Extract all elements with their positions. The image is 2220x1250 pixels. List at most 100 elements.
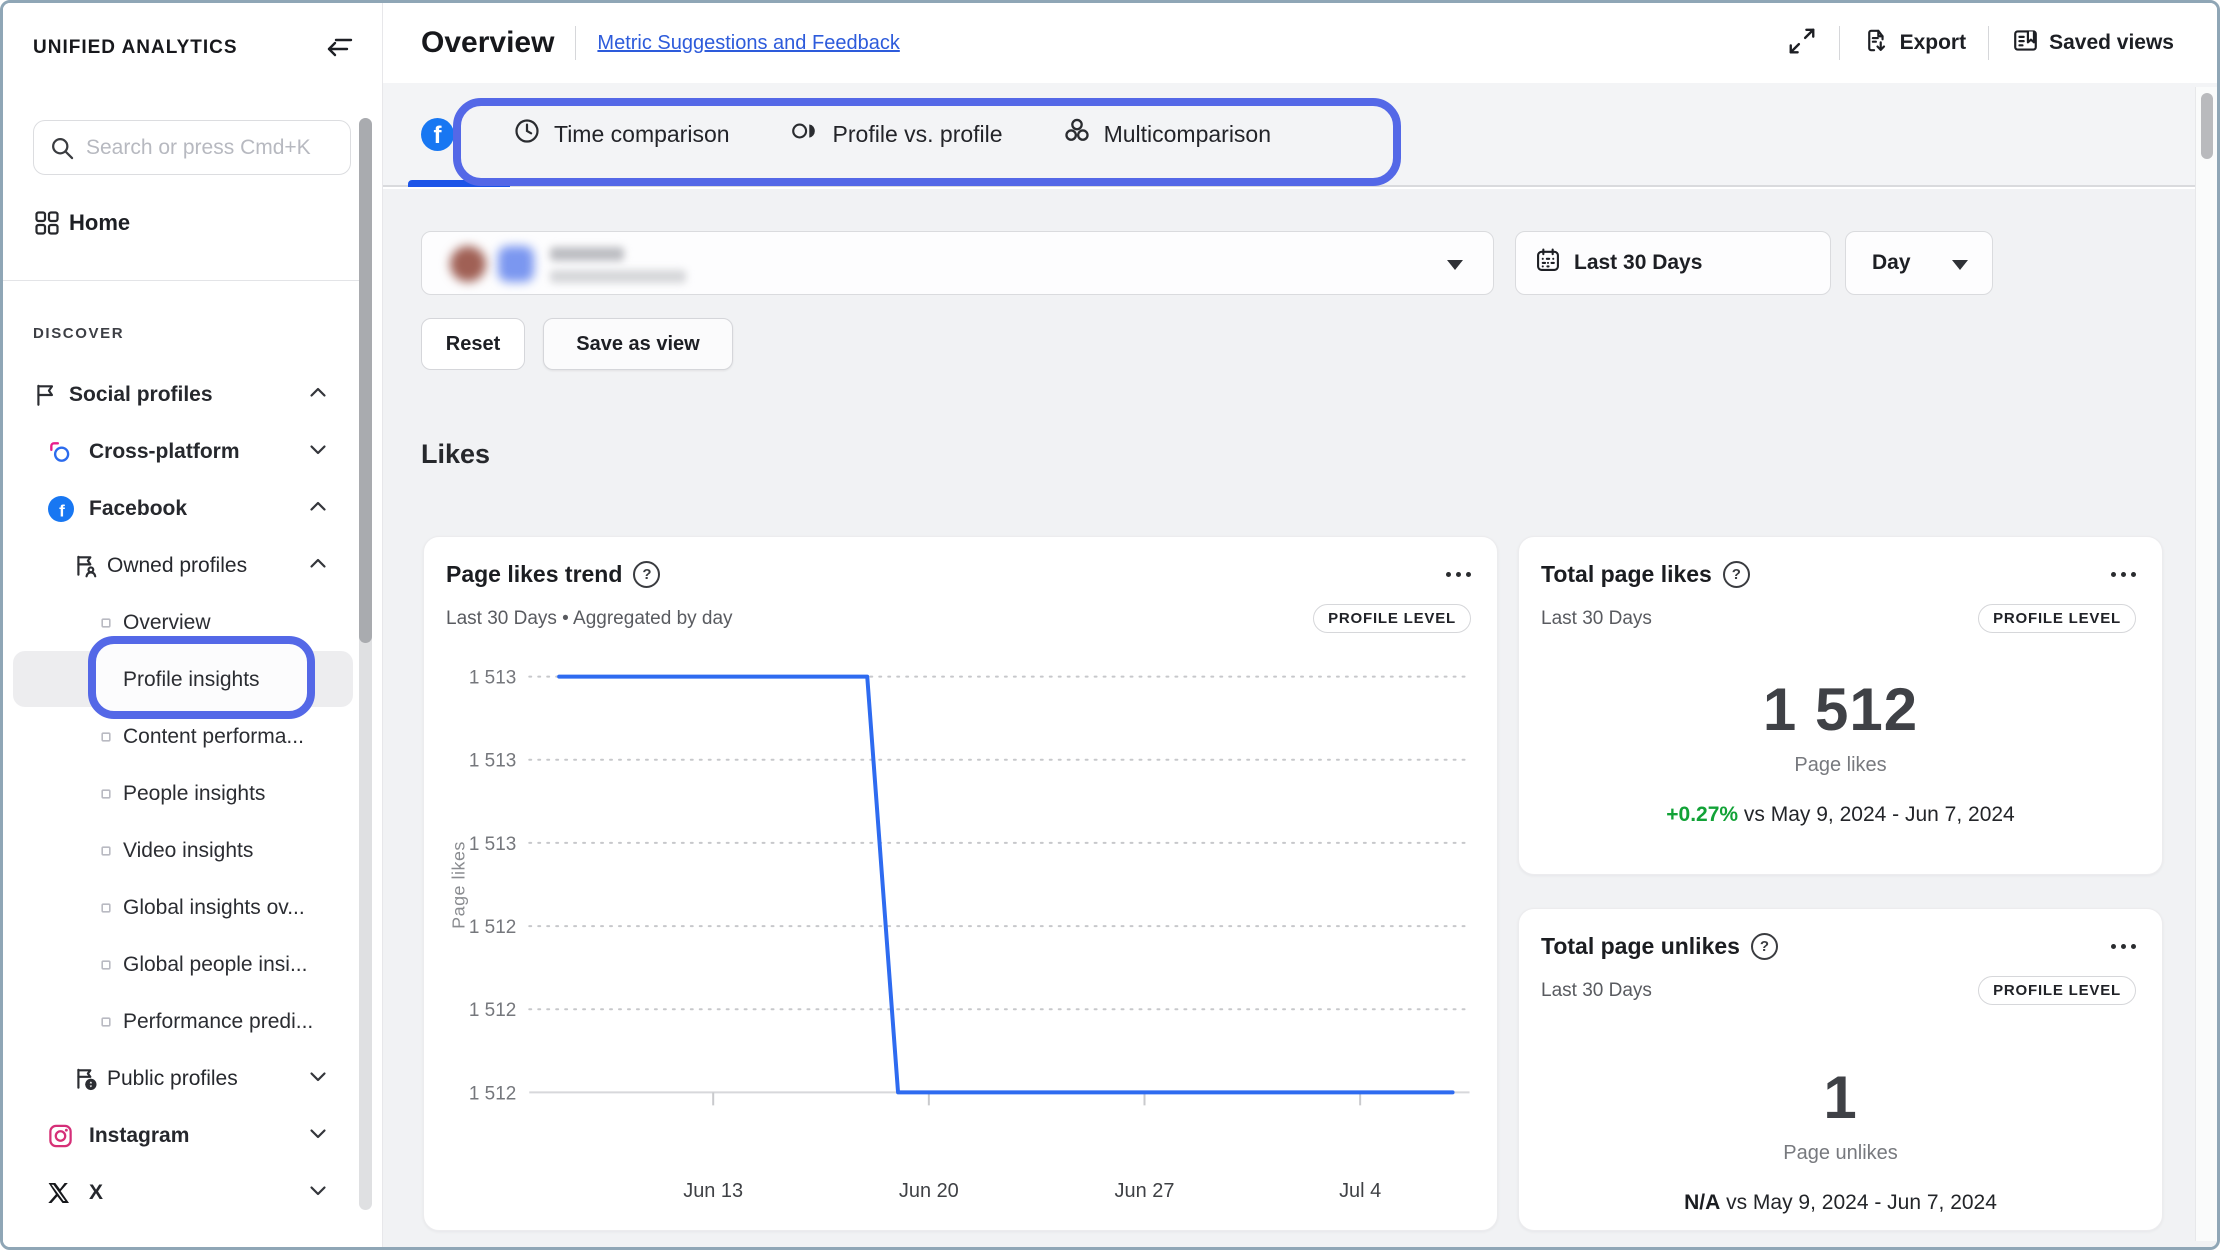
search-input[interactable] (86, 121, 336, 174)
blurred-avatar (450, 246, 486, 282)
svg-text:1 512: 1 512 (469, 1000, 516, 1021)
sidebar-item-label: Cross-platform (3, 440, 240, 464)
chevron-up-icon[interactable] (307, 495, 329, 522)
collapse-sidebar-button[interactable] (322, 33, 356, 67)
facebook-profile-tab[interactable]: f (421, 118, 454, 151)
chevron-down-icon (1447, 260, 1463, 270)
header-divider (1839, 26, 1840, 60)
sidebar-item-label: Public profiles (3, 1067, 238, 1091)
saved-views-icon (2011, 26, 2040, 61)
comparison-tabs: Time comparison Profile vs. profile Multic… (483, 83, 1301, 185)
discover-section-label: DISCOVER (33, 325, 124, 342)
tab-label: Multicomparison (1104, 121, 1271, 148)
sidebar-item-people-insights[interactable]: People insights (3, 765, 369, 822)
total-page-likes-label: Page likes (1519, 754, 2162, 777)
sidebar-item-cross-platform[interactable]: Cross-platform (3, 423, 369, 480)
more-menu-icon[interactable] (2111, 944, 2136, 949)
chevron-up-icon[interactable] (307, 381, 329, 408)
delta-value: +0.27% (1666, 803, 1738, 826)
more-menu-icon[interactable] (2111, 572, 2136, 577)
expand-fullscreen-icon[interactable] (1787, 26, 1817, 61)
chevron-down-icon[interactable] (307, 438, 329, 465)
tab-multicomparison[interactable]: Multicomparison (1033, 117, 1301, 151)
likes-section-title: Likes (421, 439, 490, 470)
page-title: Overview (421, 26, 554, 60)
sidebar-item-x[interactable]: X (3, 1164, 369, 1221)
main-scrollbar-thumb[interactable] (2201, 93, 2213, 159)
blurred-profile-name (550, 247, 624, 261)
sidebar-item-overview[interactable]: Overview (3, 594, 369, 651)
help-icon[interactable]: ? (1751, 933, 1778, 960)
sidebar-item-profile-insights[interactable]: Profile insights (3, 651, 369, 708)
svg-text:1 512: 1 512 (469, 917, 516, 938)
collapse-sidebar-icon (323, 32, 355, 69)
chevron-up-icon[interactable] (307, 552, 329, 579)
content-area: Last 30 Days Day Reset Save as view Like… (383, 189, 2220, 1247)
svg-text:Jun 27: Jun 27 (1115, 1180, 1175, 1202)
granularity-select[interactable]: Day (1845, 231, 1993, 295)
date-range-label: Last 30 Days (1574, 251, 1702, 275)
profile-level-badge: PROFILE LEVEL (1978, 976, 2136, 1005)
card-title: Total page likes (1541, 561, 1712, 588)
sidebar-item-facebook[interactable]: fFacebook (3, 480, 369, 537)
help-icon[interactable]: ? (1723, 561, 1750, 588)
x-logo-icon (47, 1181, 71, 1205)
calendar-icon (1534, 246, 1562, 280)
total-page-unlikes-value: 1 (1519, 1063, 2162, 1132)
header-divider (575, 26, 576, 60)
search-box (33, 120, 351, 175)
saved-views-button[interactable]: Saved views (2011, 26, 2174, 61)
total-page-likes-card: Total page likes ? Last 30 Days PROFILE … (1518, 536, 2163, 875)
card-header: Total page likes ? (1519, 537, 2162, 588)
main-area: Overview Metric Suggestions and Feedback (383, 3, 2220, 1247)
profile-level-badge: PROFILE LEVEL (1978, 604, 2136, 633)
sidebar-item-home[interactable]: Home (3, 195, 382, 251)
flag-globe-icon (73, 1066, 99, 1092)
export-label: Export (1900, 31, 1967, 55)
sidebar-divider (3, 280, 369, 281)
export-button[interactable]: Export (1862, 26, 1967, 61)
chevron-down-icon[interactable] (307, 1122, 329, 1149)
date-range-picker[interactable]: Last 30 Days (1515, 231, 1831, 295)
sidebar-item-public-profiles[interactable]: Public profiles (3, 1050, 369, 1107)
card-subheader: Last 30 Days PROFILE LEVEL (1519, 960, 2162, 1005)
sidebar-item-global-people-insi[interactable]: Global people insi... (3, 936, 369, 993)
sidebar-nav: Social profiles Cross-platform fFacebook Ow… (3, 366, 369, 1221)
sidebar-item-instagram[interactable]: Instagram (3, 1107, 369, 1164)
home-label: Home (69, 210, 130, 236)
cross-platform-icon (47, 439, 73, 465)
sidebar-item-social-profiles[interactable]: Social profiles (3, 366, 369, 423)
sidebar-item-label: Instagram (3, 1124, 189, 1148)
tab-profile-vs-profile[interactable]: Profile vs. profile (760, 118, 1033, 150)
reset-button[interactable]: Reset (421, 318, 525, 370)
app-window: UNIFIED ANALYTICS Ho (0, 0, 2220, 1250)
sidebar-item-label: Global people insi... (3, 953, 307, 977)
tab-label: Profile vs. profile (833, 121, 1003, 148)
save-as-view-button[interactable]: Save as view (543, 318, 733, 370)
sidebar-item-label: Facebook (3, 497, 187, 521)
sidebar-item-video-insights[interactable]: Video insights (3, 822, 369, 879)
flag-person-icon (73, 553, 99, 579)
sidebar-item-owned-profiles[interactable]: Owned profiles (3, 537, 369, 594)
total-page-likes-value: 1 512 (1519, 675, 2162, 744)
main-scrollbar-track[interactable] (2195, 87, 2217, 1241)
sidebar-item-label: Global insights ov... (3, 896, 305, 920)
sidebar-item-global-insights-ov[interactable]: Global insights ov... (3, 879, 369, 936)
sidebar-item-label: Owned profiles (3, 554, 247, 578)
page-likes-line-chart: 1 5131 5131 5131 5121 5121 512Page likes… (424, 537, 1497, 1230)
sidebar-item-content-performa[interactable]: Content performa... (3, 708, 369, 765)
profile-selector[interactable] (421, 231, 1494, 295)
chevron-down-icon[interactable] (307, 1179, 329, 1206)
tab-time-comparison[interactable]: Time comparison (483, 117, 760, 151)
reset-label: Reset (446, 333, 500, 356)
metric-suggestions-link[interactable]: Metric Suggestions and Feedback (597, 32, 899, 55)
blurred-profile-detail (550, 270, 686, 283)
svg-text:1 513: 1 513 (469, 668, 516, 689)
svg-text:Page likes: Page likes (448, 841, 468, 929)
search-icon (49, 135, 76, 167)
bullet-icon (101, 903, 111, 913)
sidebar-item-performance-predi[interactable]: Performance predi... (3, 993, 369, 1050)
saved-views-label: Saved views (2049, 31, 2174, 55)
chevron-down-icon[interactable] (307, 1065, 329, 1092)
svg-text:Jun 20: Jun 20 (899, 1180, 959, 1202)
